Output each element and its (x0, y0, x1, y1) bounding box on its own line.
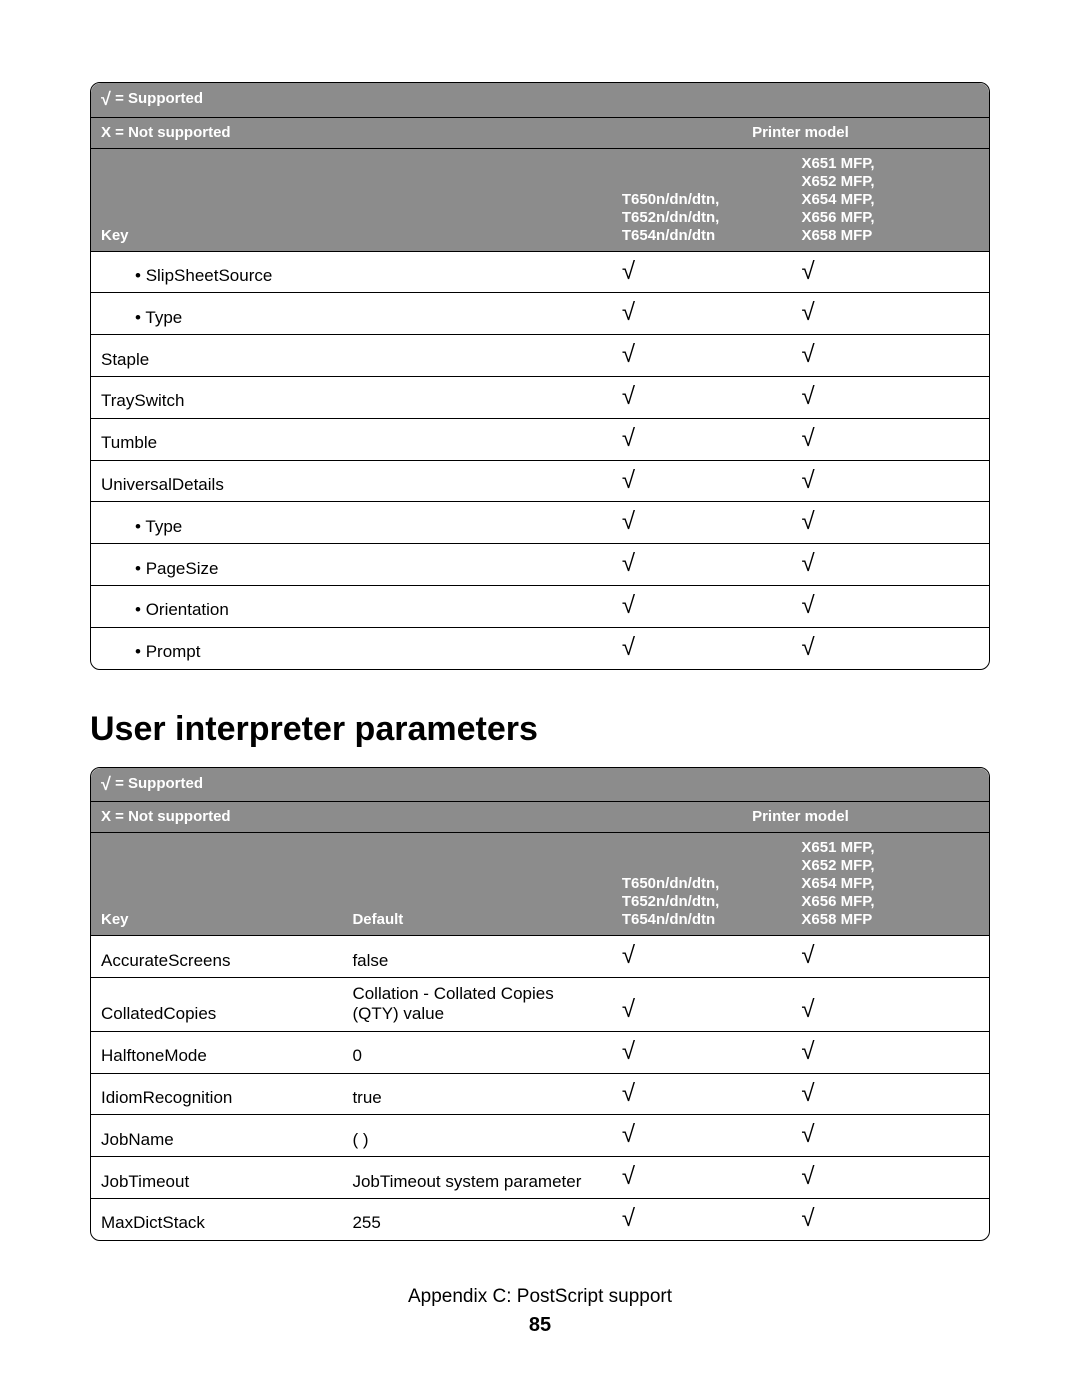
printer-model-header: Printer model (612, 117, 989, 148)
model2-cell: √ (791, 335, 989, 377)
default-cell: 0 (342, 1031, 611, 1073)
support-table-1: √ = Supported X = Not supported Printer … (90, 82, 990, 670)
table-row: Type√√ (91, 502, 989, 544)
table-row: Type√√ (91, 293, 989, 335)
table-row: PageSize√√ (91, 544, 989, 586)
model1-cell: √ (612, 936, 792, 978)
model1-cell: √ (612, 627, 792, 668)
model2-cell: √ (791, 251, 989, 293)
model2-cell: √ (791, 460, 989, 502)
model2-cell: √ (791, 1198, 989, 1239)
col-model2-header: X651 MFP, X652 MFP, X654 MFP, X656 MFP, … (791, 148, 989, 251)
table-row: MaxDictStack255√√ (91, 1198, 989, 1239)
table-row: UniversalDetails√√ (91, 460, 989, 502)
key-cell: Tumble (91, 418, 612, 460)
section-heading: User interpreter parameters (90, 710, 990, 749)
model1-cell: √ (612, 460, 792, 502)
model2-cell: √ (791, 585, 989, 627)
model1-cell: √ (612, 335, 792, 377)
model1-cell: √ (612, 293, 792, 335)
model2-cell: √ (791, 1031, 989, 1073)
table-row: TraySwitch√√ (91, 376, 989, 418)
table-row: SlipSheetSource√√ (91, 251, 989, 293)
col-model1-header-2: T650n/dn/dtn, T652n/dn/dtn, T654n/dn/dtn (612, 833, 792, 936)
printer-model-spacer (612, 83, 989, 117)
default-cell: ( ) (342, 1115, 611, 1157)
key-cell: JobName (91, 1115, 342, 1157)
page-footer: Appendix C: PostScript support 85 (0, 1286, 1080, 1337)
model2-cell: √ (791, 293, 989, 335)
table-row: Orientation√√ (91, 585, 989, 627)
table-row: IdiomRecognitiontrue√√ (91, 1073, 989, 1115)
key-cell: AccurateScreens (91, 936, 342, 978)
model2-cell: √ (791, 376, 989, 418)
printer-model-header-2: Printer model (612, 802, 989, 833)
legend-not-supported: X = Not supported (91, 117, 612, 148)
model2-cell: √ (791, 627, 989, 668)
model1-cell: √ (612, 502, 792, 544)
default-cell: true (342, 1073, 611, 1115)
model1-cell: √ (612, 977, 792, 1031)
model1-cell: √ (612, 544, 792, 586)
key-cell: Type (91, 293, 612, 335)
key-cell: Staple (91, 335, 612, 377)
col-key-header-2: Key (91, 833, 342, 936)
model2-cell: √ (791, 418, 989, 460)
default-cell: 255 (342, 1198, 611, 1239)
page-number: 85 (0, 1314, 1080, 1337)
model1-cell: √ (612, 418, 792, 460)
table-row: Prompt√√ (91, 627, 989, 668)
key-cell: SlipSheetSource (91, 251, 612, 293)
model2-cell: √ (791, 1115, 989, 1157)
key-cell: Type (91, 502, 612, 544)
col-model2-header-2: X651 MFP, X652 MFP, X654 MFP, X656 MFP, … (791, 833, 989, 936)
support-table-2: √ = Supported X = Not supported Printer … (90, 767, 990, 1241)
key-cell: CollatedCopies (91, 977, 342, 1031)
model1-cell: √ (612, 376, 792, 418)
model2-cell: √ (791, 502, 989, 544)
table-row: HalftoneMode0√√ (91, 1031, 989, 1073)
page: √ = Supported X = Not supported Printer … (0, 0, 1080, 1397)
col-key-header: Key (91, 148, 612, 251)
table-row: Tumble√√ (91, 418, 989, 460)
table-row: CollatedCopiesCollation - Collated Copie… (91, 977, 989, 1031)
model1-cell: √ (612, 585, 792, 627)
model1-cell: √ (612, 251, 792, 293)
col-model1-header: T650n/dn/dtn, T652n/dn/dtn, T654n/dn/dtn (612, 148, 792, 251)
model2-cell: √ (791, 977, 989, 1031)
model1-cell: √ (612, 1031, 792, 1073)
model2-cell: √ (791, 1073, 989, 1115)
key-cell: PageSize (91, 544, 612, 586)
printer-model-spacer-2 (612, 768, 989, 802)
model2-cell: √ (791, 544, 989, 586)
model1-cell: √ (612, 1157, 792, 1199)
default-cell: false (342, 936, 611, 978)
table-row: Staple√√ (91, 335, 989, 377)
key-cell: MaxDictStack (91, 1198, 342, 1239)
default-cell: Collation - Collated Copies (QTY) value (342, 977, 611, 1031)
legend-supported: √ = Supported (91, 83, 612, 117)
key-cell: UniversalDetails (91, 460, 612, 502)
legend-not-supported-2: X = Not supported (91, 802, 612, 833)
key-cell: JobTimeout (91, 1157, 342, 1199)
table-row: JobTimeoutJobTimeout system parameter√√ (91, 1157, 989, 1199)
model1-cell: √ (612, 1198, 792, 1239)
model2-cell: √ (791, 1157, 989, 1199)
default-cell: JobTimeout system parameter (342, 1157, 611, 1199)
legend-supported-2: √ = Supported (91, 768, 612, 802)
appendix-label: Appendix C: PostScript support (0, 1286, 1080, 1308)
key-cell: HalftoneMode (91, 1031, 342, 1073)
key-cell: Prompt (91, 627, 612, 668)
table-row: JobName( )√√ (91, 1115, 989, 1157)
key-cell: TraySwitch (91, 376, 612, 418)
col-default-header: Default (342, 833, 611, 936)
model1-cell: √ (612, 1115, 792, 1157)
key-cell: IdiomRecognition (91, 1073, 342, 1115)
model2-cell: √ (791, 936, 989, 978)
model1-cell: √ (612, 1073, 792, 1115)
table-row: AccurateScreensfalse√√ (91, 936, 989, 978)
key-cell: Orientation (91, 585, 612, 627)
